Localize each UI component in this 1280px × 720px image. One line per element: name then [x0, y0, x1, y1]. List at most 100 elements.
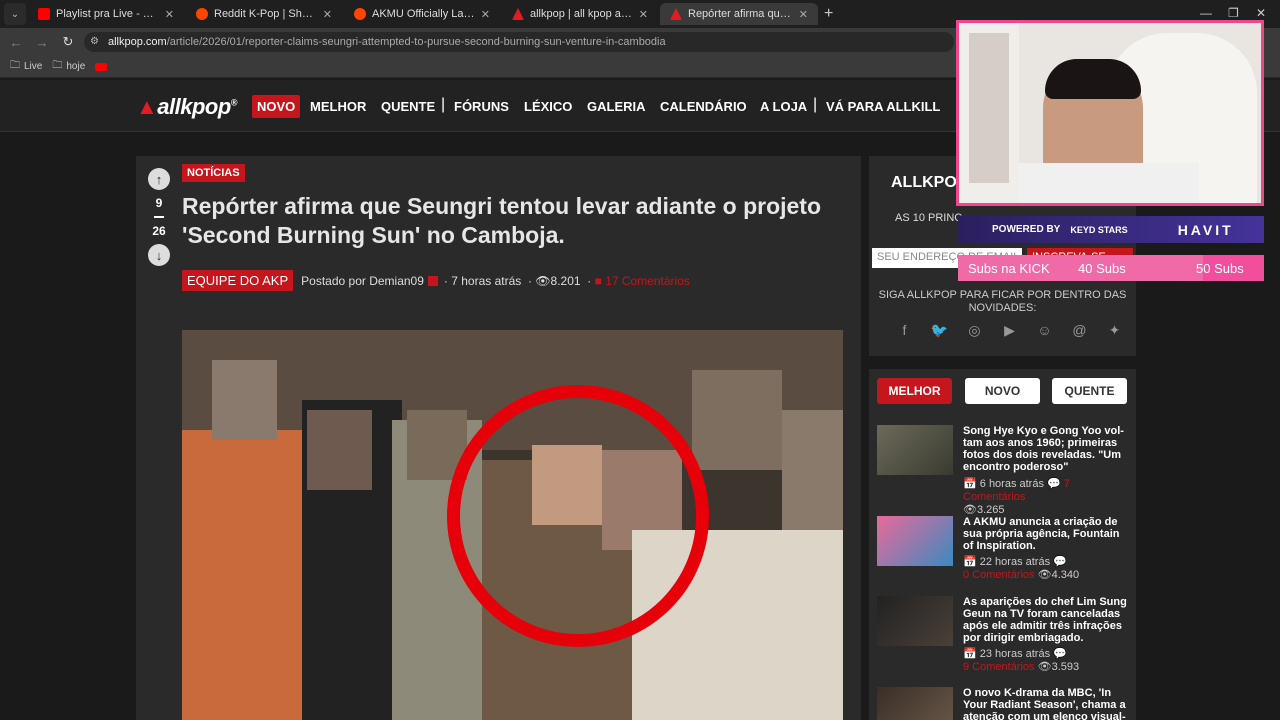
threads-icon[interactable]: @	[1062, 322, 1097, 339]
browser-tab[interactable]: allkpop | all kpop all the time ✕	[502, 3, 658, 25]
twitter-icon[interactable]: 🐦	[922, 322, 957, 339]
folder-icon: 🗀	[52, 60, 63, 71]
tab-quente[interactable]: QUENTE	[1052, 378, 1127, 404]
allkpop-logo[interactable]: ▲allkpop®	[136, 94, 237, 120]
sub-goal-target: 50 Subs	[1196, 260, 1244, 276]
vote-widget: ↑ 9 26 ↓	[148, 168, 170, 266]
list-item[interactable]: As aparições do chef Lim Sung Geun na TV…	[877, 596, 1133, 684]
discord-icon[interactable]: ☺	[1027, 322, 1062, 339]
list-item[interactable]: A AKMU anuncia a criação de sua própria …	[877, 516, 1133, 596]
browser-tab[interactable]: Reddit K-Pop | Share and disco ✕	[186, 3, 342, 25]
nav-novo[interactable]: NOVO	[252, 95, 301, 118]
sponsor-keyd: KEYD STARS	[1070, 224, 1128, 235]
nav-foruns[interactable]: FÓRUNS	[449, 95, 514, 118]
social-links: f 🐦 ◎ ▶ ☺ @ ✦	[887, 322, 1132, 339]
list-item[interactable]: O novo K-drama da MBC, 'In Your Radiant …	[877, 687, 1133, 720]
youtube-icon	[38, 8, 50, 20]
tab-novo[interactable]: NOVO	[965, 378, 1040, 404]
sponsor-havit: HAVIT	[1177, 221, 1234, 238]
site-info-icon[interactable]: ⚙	[90, 36, 102, 48]
story-title[interactable]: A AKMU anuncia a criação de sua própria …	[963, 516, 1128, 552]
tab-title: Repórter afirma que Seungri te	[688, 8, 793, 20]
list-item[interactable]: Song Hye Kyo e Gong Yoo vol-tam aos anos…	[877, 425, 1133, 516]
story-title[interactable]: As aparições do chef Lim Sung Geun na TV…	[963, 596, 1128, 644]
browser-tab-active[interactable]: Repórter afirma que Seungri te ✕	[660, 3, 818, 25]
address-bar[interactable]: ⚙ allkpop.com/article/2026/01/reporter-c…	[84, 32, 954, 52]
eye-icon: 👁	[535, 273, 551, 288]
article-hero-image	[182, 330, 843, 720]
downvote-arrow-icon[interactable]: ↓	[148, 244, 170, 266]
webcam-hair	[1045, 59, 1141, 99]
story-comments[interactable]: 0 Comentários	[963, 569, 1035, 581]
upvote-arrow-icon[interactable]: ↑	[148, 168, 170, 190]
posted-by[interactable]: Postado por Demian09	[301, 274, 424, 288]
nav-lexico[interactable]: LÉXICO	[519, 95, 577, 118]
new-tab-button[interactable]: +	[824, 5, 833, 23]
article-container: ↑ 9 26 ↓ NOTÍCIAS Repórter afirma que Se…	[136, 156, 861, 720]
nav-calendario[interactable]: CALENDÁRIO	[655, 95, 752, 118]
story-title[interactable]: Song Hye Kyo e Gong Yoo vol-tam aos anos…	[963, 425, 1128, 473]
story-thumbnail[interactable]	[877, 516, 953, 566]
restore-icon[interactable]: ❐	[1228, 6, 1239, 20]
story-title[interactable]: O novo K-drama da MBC, 'In Your Radiant …	[963, 687, 1128, 720]
story-thumbnail[interactable]	[877, 596, 953, 646]
close-window-icon[interactable]: ✕	[1256, 6, 1266, 20]
nav-quente[interactable]: QUENTE	[376, 95, 440, 118]
nav-melhor[interactable]: MELHOR	[305, 95, 371, 118]
close-icon[interactable]: ✕	[323, 8, 332, 21]
url-domain: allkpop.com	[108, 36, 167, 48]
instagram-icon[interactable]: ◎	[957, 322, 992, 339]
story-meta: 📅 22 horas atrás 💬 0 Comentários 👁4.340	[963, 556, 1080, 581]
blurred-face	[692, 370, 782, 470]
minimize-icon[interactable]: —	[1200, 6, 1212, 20]
reddit-icon	[354, 8, 366, 20]
comment-count[interactable]: 17 Comentários	[605, 274, 690, 288]
story-thumbnail[interactable]	[877, 687, 953, 720]
downvote-count: 26	[152, 224, 166, 238]
close-icon[interactable]: ✕	[799, 8, 808, 21]
bookmark-hoje[interactable]: 🗀 hoje	[52, 58, 85, 75]
bookmark-youtube[interactable]	[95, 62, 108, 71]
tab-title: allkpop | all kpop all the time	[530, 8, 633, 20]
logo-text: allkpop	[157, 94, 231, 119]
forward-icon[interactable]: →	[30, 35, 54, 50]
dot-separator: ·	[443, 273, 448, 288]
webcam-shirt	[1019, 163, 1199, 203]
newsletter-title: ALLKPO	[891, 174, 957, 191]
tab-melhor[interactable]: MELHOR	[877, 378, 952, 404]
highlight-circle	[447, 385, 709, 647]
bluesky-icon[interactable]: ✦	[1097, 322, 1132, 339]
browser-tab[interactable]: AKMU Officially Launches One ✕	[344, 3, 500, 25]
flag-icon	[427, 275, 438, 286]
nav-galeria[interactable]: GALERIA	[582, 95, 651, 118]
article-title: Repórter afirma que Seungri tentou levar…	[182, 193, 822, 248]
nav-allkill[interactable]: VÁ PARA ALLKILL	[821, 95, 945, 118]
category-badge[interactable]: NOTÍCIAS	[182, 164, 245, 182]
story-views: 3.593	[1051, 661, 1080, 673]
close-icon[interactable]: ✕	[165, 8, 174, 21]
sub-goal-current: 40 Subs	[1078, 260, 1126, 276]
story-meta: 📅 6 horas atrás 💬 7 Comentários 👁3.265	[963, 478, 1070, 516]
reload-icon[interactable]: ↻	[56, 34, 80, 50]
facebook-icon[interactable]: f	[887, 322, 922, 339]
close-icon[interactable]: ✕	[639, 8, 648, 21]
tab-search-button[interactable]: ⌄	[4, 3, 26, 25]
bookmark-label: hoje	[66, 61, 86, 72]
close-icon[interactable]: ✕	[481, 8, 490, 21]
bookmark-label: Live	[24, 61, 43, 72]
sub-goal-bar: Subs na KICK 40 Subs 50 Subs	[958, 255, 1264, 281]
nav-loja[interactable]: A LOJA	[755, 95, 812, 118]
back-icon[interactable]: ←	[4, 35, 28, 50]
bookmark-live[interactable]: 🗀 Live	[10, 58, 42, 75]
webcam-overlay	[956, 20, 1264, 206]
story-comments[interactable]: 9 Comentários	[963, 661, 1035, 673]
blurred-face	[307, 410, 372, 490]
follow-text: SIGA ALLKPOP PARA FICAR POR DENTRO DAS N…	[878, 289, 1127, 314]
newsletter-subtitle: AS 10 PRINC	[895, 212, 963, 224]
story-time: 6 horas atrás	[979, 478, 1044, 490]
youtube-icon[interactable]: ▶	[992, 322, 1027, 339]
story-thumbnail[interactable]	[877, 425, 953, 475]
blurred-face	[212, 360, 277, 440]
browser-tab[interactable]: Playlist pra Live - YouTube ✕	[28, 3, 184, 25]
team-badge[interactable]: EQUIPE DO AKP	[182, 270, 294, 291]
